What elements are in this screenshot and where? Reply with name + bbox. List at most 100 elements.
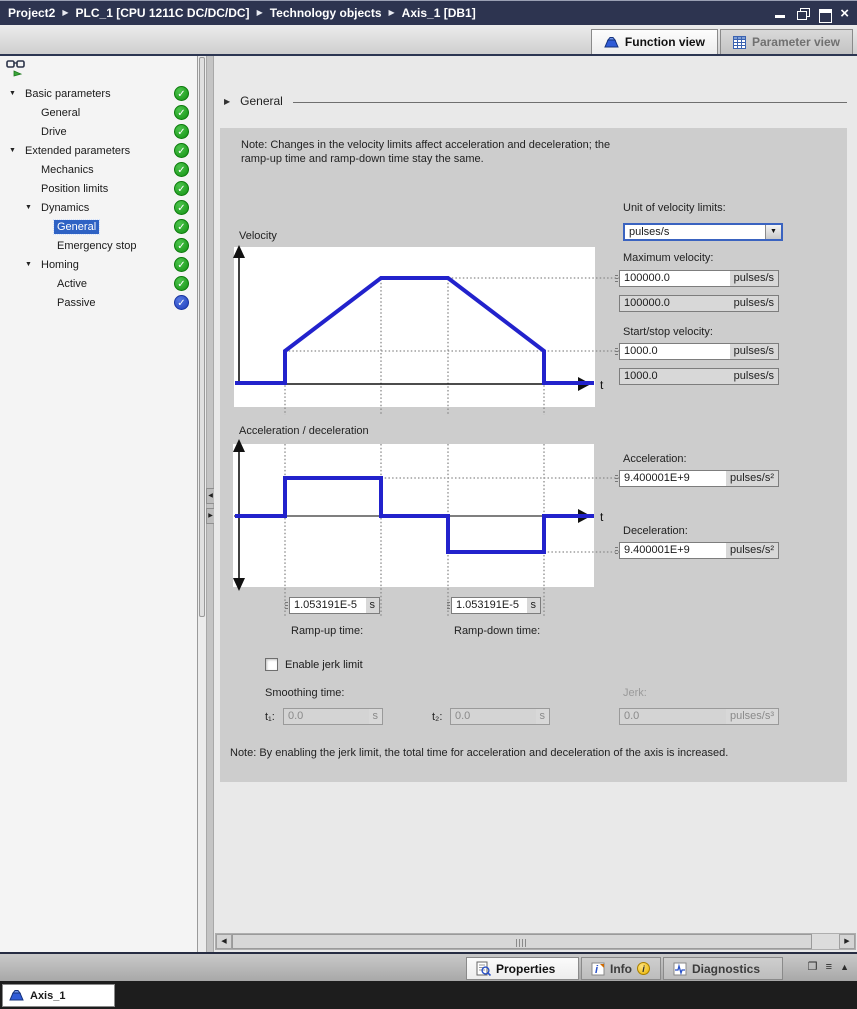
- tree-item-dynamics[interactable]: ▼Dynamics✓: [0, 198, 197, 217]
- status-ok-check-icon: ✓: [174, 162, 189, 177]
- tree-item-label[interactable]: Position limits: [38, 182, 111, 196]
- tree-item-label[interactable]: Homing: [38, 258, 82, 272]
- collapse-pane-icon[interactable]: ▲: [840, 962, 849, 972]
- startstop-velocity-input[interactable]: 1000.0 pulses/s: [619, 343, 779, 360]
- title-bar: Project2▶PLC_1 [CPU 1211C DC/DC/DC]▶Tech…: [0, 0, 857, 25]
- enable-jerk-limit-checkbox[interactable]: [265, 658, 278, 671]
- ramp-up-time-unit: s: [366, 598, 380, 613]
- t1-input[interactable]: 0.0 s: [283, 708, 383, 725]
- deceleration-input[interactable]: 9.400001E+9 pulses/s²: [619, 542, 779, 559]
- tree-scrollbar[interactable]: [198, 56, 207, 952]
- tab-properties-label: Properties: [496, 962, 555, 976]
- tree-item-label[interactable]: Basic parameters: [22, 87, 114, 101]
- tab-diagnostics[interactable]: Diagnostics: [663, 957, 783, 980]
- acceleration-value[interactable]: 9.400001E+9: [620, 471, 726, 486]
- tree-item-general[interactable]: General ✓: [0, 103, 197, 122]
- tree-item-label[interactable]: Extended parameters: [22, 144, 133, 158]
- tab-diagnostics-label: Diagnostics: [692, 962, 760, 976]
- status-ok-check-icon: ✓: [174, 219, 189, 234]
- breadcrumb-item[interactable]: Project2: [8, 6, 55, 20]
- status-ok-check-icon: ✓: [174, 238, 189, 253]
- tree-item-label[interactable]: General: [38, 106, 83, 120]
- tree-item-basic-parameters[interactable]: ▼Basic parameters ✓: [0, 84, 197, 103]
- ramp-up-time-value[interactable]: 1.053191E-5: [290, 598, 366, 613]
- navigation-panel: ▼Basic parameters✓General✓Drive✓▼Extende…: [0, 56, 198, 952]
- jerk-label: Jerk:: [623, 687, 647, 699]
- tree-item-position-limits[interactable]: Position limits✓: [0, 179, 197, 198]
- ramp-up-time-input[interactable]: 1.053191E-5 s: [289, 597, 380, 614]
- ramp-down-time-value[interactable]: 1.053191E-5: [452, 598, 527, 613]
- expander-icon[interactable]: ▼: [24, 261, 38, 268]
- expander-icon[interactable]: ▼: [8, 147, 22, 154]
- tab-parameter-view[interactable]: Parameter view: [720, 29, 853, 54]
- status-ok-check-icon: ✓: [174, 105, 189, 120]
- maximum-velocity-input[interactable]: 100000.0 pulses/s: [619, 270, 779, 287]
- tab-function-view[interactable]: Function view: [591, 29, 718, 54]
- tree-item-homing[interactable]: ▼Homing✓: [0, 255, 197, 274]
- tree-item-emergency-stop[interactable]: Emergency stop ✓: [0, 236, 197, 255]
- info-alert-badge-icon: i: [637, 962, 650, 975]
- velocity-chart: Velocity t: [228, 228, 619, 418]
- smoothing-time-label: Smoothing time:: [265, 687, 344, 699]
- float-pane-icon[interactable]: ❐: [808, 960, 818, 973]
- dynamics-general-panel: Note: Changes in the velocity limits aff…: [220, 128, 847, 782]
- ramp-up-time-label: Ramp-up time:: [291, 625, 363, 637]
- t2-value: 0.0: [451, 709, 536, 724]
- tree-item-label[interactable]: Mechanics: [38, 163, 97, 177]
- editor-tab-axis1[interactable]: Axis_1: [2, 984, 115, 1007]
- tab-properties[interactable]: Properties: [466, 957, 579, 980]
- breadcrumb-item[interactable]: PLC_1 [CPU 1211C DC/DC/DC]: [76, 6, 250, 20]
- scroll-left-icon[interactable]: ◀: [216, 934, 232, 949]
- section-title: General: [240, 94, 283, 108]
- scrollbar-thumb[interactable]: [232, 934, 812, 949]
- expander-icon[interactable]: ▼: [8, 90, 22, 97]
- jerk-input[interactable]: 0.0 pulses/s³: [619, 708, 779, 725]
- monitor-glasses-icon[interactable]: [6, 59, 28, 78]
- tree-item-label[interactable]: Drive: [38, 125, 70, 139]
- main-horizontal-scrollbar[interactable]: ◀ ▶: [215, 933, 856, 950]
- close-button-icon[interactable]: ×: [840, 8, 849, 19]
- tab-function-view-label: Function view: [625, 35, 705, 49]
- status-ok-check-icon: ✓: [174, 276, 189, 291]
- tree-scrollbar-thumb[interactable]: [199, 57, 205, 617]
- velocity-t-label: t: [600, 378, 604, 392]
- maximize-button-icon[interactable]: [818, 8, 831, 19]
- unit-of-velocity-limits-select[interactable]: pulses/s ▼: [623, 223, 783, 241]
- expander-icon[interactable]: ▼: [24, 204, 38, 211]
- breadcrumb-item[interactable]: Axis_1 [DB1]: [402, 6, 476, 20]
- startstop-velocity-value[interactable]: 1000.0: [620, 344, 730, 359]
- status-ok-check-icon: ✓: [174, 86, 189, 101]
- breadcrumb-item[interactable]: Technology objects: [270, 6, 382, 20]
- content-area: ▼Basic parameters✓General✓Drive✓▼Extende…: [0, 56, 857, 952]
- panel-splitter[interactable]: ◀ ▶: [207, 56, 214, 952]
- tree-item-label[interactable]: Passive: [54, 296, 99, 310]
- restore-button-icon[interactable]: [796, 8, 809, 19]
- ramp-down-time-input[interactable]: 1.053191E-5 s: [451, 597, 541, 614]
- dropdown-arrow-icon[interactable]: ▼: [765, 225, 781, 239]
- t1-unit: s: [369, 709, 383, 724]
- acceleration-t-label: t: [600, 510, 604, 524]
- tree-item-passive[interactable]: Passive✓: [0, 293, 197, 312]
- maximum-velocity-value[interactable]: 100000.0: [620, 271, 730, 286]
- scroll-right-icon[interactable]: ▶: [839, 934, 855, 949]
- deceleration-value[interactable]: 9.400001E+9: [620, 543, 726, 558]
- minimize-button-icon[interactable]: [774, 8, 787, 19]
- acceleration-chart: Acceleration / deceleration: [228, 420, 619, 620]
- t2-input[interactable]: 0.0 s: [450, 708, 550, 725]
- tree-item-mechanics[interactable]: Mechanics ✓: [0, 160, 197, 179]
- tree-item-active[interactable]: Active ✓: [0, 274, 197, 293]
- section-chevron-icon[interactable]: ▶: [224, 97, 230, 106]
- parameter-view-table-icon: [733, 36, 746, 49]
- tree-item-label[interactable]: Emergency stop: [54, 239, 139, 253]
- acceleration-input[interactable]: 9.400001E+9 pulses/s²: [619, 470, 779, 487]
- tab-info[interactable]: i Info i: [581, 957, 661, 980]
- pane-list-icon[interactable]: ≡: [826, 961, 832, 973]
- tree-item-label[interactable]: General: [54, 220, 99, 234]
- tree-item-label[interactable]: Dynamics: [38, 201, 92, 215]
- tree-item-extended-parameters[interactable]: ▼Extended parameters✓: [0, 141, 197, 160]
- tree-item-label[interactable]: Active: [54, 277, 90, 291]
- tree-item-drive[interactable]: Drive✓: [0, 122, 197, 141]
- jerk-unit: pulses/s³: [726, 709, 778, 724]
- tree-item-general[interactable]: General ✓: [0, 217, 197, 236]
- diagnostics-icon: [673, 962, 687, 976]
